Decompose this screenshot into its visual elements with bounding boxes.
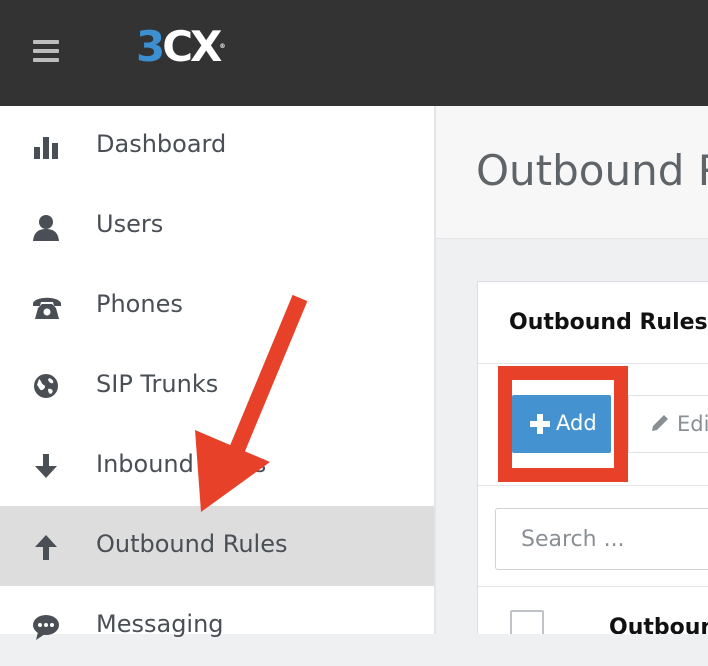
sidebar-item-label: Users <box>96 210 164 238</box>
bar-chart-icon <box>32 133 60 161</box>
sidebar-item-label: Dashboard <box>96 130 227 158</box>
sidebar-item-dashboard[interactable]: Dashboard <box>0 106 434 186</box>
search-input[interactable] <box>495 508 708 570</box>
divider <box>478 363 708 364</box>
top-bar: 3CX® <box>0 0 708 106</box>
arrow-down-icon <box>32 453 60 481</box>
edit-button-label: Edit <box>677 412 708 436</box>
chat-icon <box>32 613 60 641</box>
hamburger-menu-icon[interactable] <box>33 40 59 62</box>
plus-icon <box>530 414 550 434</box>
sidebar-item-sip-trunks[interactable]: SIP Trunks <box>0 346 434 426</box>
sidebar-item-inbound-rules[interactable]: Inbound Rules <box>0 426 434 506</box>
edit-button[interactable]: Edit <box>628 395 708 453</box>
outbound-rules-panel: Outbound Rules Add Edit Outbound Rules <box>477 281 708 634</box>
main-content: Outbound Rules Outbound Rules Add Edit O… <box>436 106 708 634</box>
add-button[interactable]: Add <box>512 395 611 453</box>
table-column-header[interactable]: Outbound Rules <box>609 615 708 634</box>
page-header: Outbound Rules <box>436 106 708 239</box>
sidebar-item-users[interactable]: Users <box>0 186 434 266</box>
user-icon <box>32 213 60 241</box>
sidebar-item-label: SIP Trunks <box>96 370 219 398</box>
panel-title: Outbound Rules <box>509 310 708 335</box>
divider <box>478 485 708 486</box>
arrow-up-icon <box>32 533 60 561</box>
sidebar-item-label: Inbound Rules <box>96 450 267 478</box>
sidebar: Dashboard Users Phones SIP Trunks Inboun… <box>0 106 436 640</box>
sidebar-item-phones[interactable]: Phones <box>0 266 434 346</box>
logo: 3CX® <box>136 22 226 71</box>
select-all-checkbox[interactable] <box>510 610 544 634</box>
sidebar-item-outbound-rules[interactable]: Outbound Rules <box>0 506 434 586</box>
sidebar-item-label: Outbound Rules <box>96 530 288 558</box>
page-title: Outbound Rules <box>476 146 708 195</box>
phone-icon <box>32 293 61 321</box>
sidebar-item-messaging[interactable]: Messaging <box>0 586 434 666</box>
add-button-label: Add <box>556 411 597 435</box>
sidebar-item-label: Phones <box>96 290 183 318</box>
pencil-icon <box>649 412 671 439</box>
divider <box>478 586 708 587</box>
globe-icon <box>32 373 60 401</box>
